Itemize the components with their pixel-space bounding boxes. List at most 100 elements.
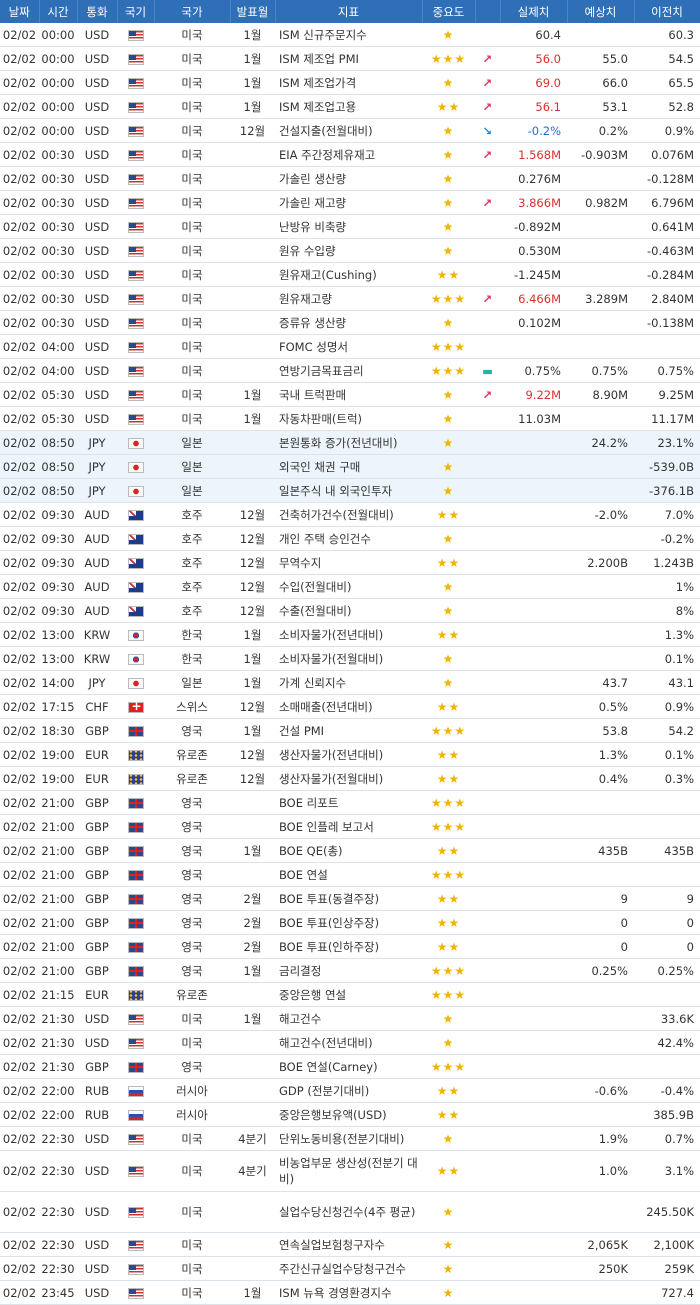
indicator-name[interactable]: BOE QE(총): [275, 838, 422, 863]
table-row[interactable]: 02/02 00:30 USD 미국 난방유 비축량 ★ -0.892M 0.641M: [0, 214, 700, 239]
table-row[interactable]: 02/0217:15CHF 스위스12월소매매출(전년대비)★★ 0.5%0.9%: [0, 694, 700, 719]
header-forecast[interactable]: 예상치: [567, 0, 635, 23]
indicator-name[interactable]: 연속실업보험청구자수: [275, 1232, 422, 1257]
table-row[interactable]: 02/02 21:00 GBP 영국 BOE 인플레 보고서 ★★★: [0, 814, 700, 839]
indicator-name[interactable]: 국내 트럭판매: [275, 382, 422, 407]
table-row[interactable]: 02/02 21:30 USD 미국 1월 해고건수 ★ 33.6K: [0, 1006, 700, 1031]
indicator-name[interactable]: 건축허가건수(전월대비): [275, 502, 422, 527]
indicator-name[interactable]: ISM 뉴욕 경영환경지수: [275, 1280, 422, 1305]
header-previous[interactable]: 이전치: [634, 0, 700, 23]
table-row[interactable]: 02/02 23:45 USD 미국 1월 ISM 뉴욕 경영환경지수 ★ 727.4: [0, 1280, 700, 1305]
indicator-name[interactable]: 생산자물가(전월대비): [275, 766, 422, 791]
table-row[interactable]: 02/02 19:00 EUR 유로존 12월 생산자물가(전월대비) ★★ 0.4% 0.3%: [0, 766, 700, 791]
indicator-name[interactable]: 해고건수(전년대비): [275, 1030, 422, 1055]
indicator-name[interactable]: 소매매출(전년대비): [275, 694, 422, 719]
table-row[interactable]: 02/02 21:00 GBP 영국 BOE 연설 ★★★: [0, 862, 700, 887]
indicator-name[interactable]: GDP (전분기대비): [275, 1078, 422, 1103]
indicator-name[interactable]: 자동차판매(트럭): [275, 406, 422, 431]
table-row[interactable]: 02/02 09:30 AUD 호주 12월 수출(전월대비) ★ 8%: [0, 598, 700, 623]
table-row[interactable]: 02/02 21:00 GBP 영국 1월 금리결정 ★★★ 0.25% 0.25%: [0, 958, 700, 983]
table-row[interactable]: 02/02 21:00 GBP 영국 2월 BOE 투표(인상주장) ★★ 0 0: [0, 910, 700, 935]
header-flag[interactable]: 국기: [117, 0, 155, 23]
indicator-name[interactable]: ISM 신규주문지수: [275, 23, 422, 47]
indicator-name[interactable]: 소비자물가(전월대비): [275, 646, 422, 671]
table-row[interactable]: 02/02 00:00 USD 미국 1월 ISM 제조업가격 ★ ↗ 69.0 66.0 65.5: [0, 70, 700, 95]
table-row[interactable]: 02/02 21:00 GBP 영국 2월 BOE 투표(동결주장) ★★ 9 9: [0, 886, 700, 911]
indicator-name[interactable]: BOE 인플레 보고서: [275, 814, 422, 839]
indicator-name[interactable]: BOE 투표(인상주장): [275, 910, 422, 935]
table-row[interactable]: 02/02 13:00 KRW 한국 1월 소비자물가(전월대비) ★ 0.1%: [0, 646, 700, 671]
header-currency[interactable]: 통화: [77, 0, 118, 23]
indicator-name[interactable]: 비농업부문 생산성(전분기 대비): [275, 1150, 422, 1192]
table-row[interactable]: 02/02 22:00 RUB 러시아 GDP (전분기대비) ★★ -0.6% -0.4%: [0, 1078, 700, 1103]
table-row[interactable]: 02/02 00:30 USD 미국 증류유 생산량 ★ 0.102M -0.138M: [0, 310, 700, 335]
indicator-name[interactable]: 소비자물가(전년대비): [275, 622, 422, 647]
header-release-month[interactable]: 발표월: [230, 0, 276, 23]
table-row[interactable]: 02/02 22:00 RUB 러시아 중앙은행보유액(USD) ★★ 385.9B: [0, 1102, 700, 1127]
indicator-name[interactable]: 본원통화 증가(전년대비): [275, 430, 422, 455]
table-row[interactable]: 02/02 00:00 USD 미국 1월 ISM 신규주문지수 ★ 60.4 60.3: [0, 23, 700, 47]
indicator-name[interactable]: 중앙은행 연설: [275, 982, 422, 1007]
indicator-name[interactable]: BOE 투표(인하주장): [275, 934, 422, 959]
table-row[interactable]: 02/02 22:30 USD 미국 주간신규실업수당청구건수 ★ 250K 259K: [0, 1256, 700, 1281]
indicator-name[interactable]: 수출(전월대비): [275, 598, 422, 623]
table-row[interactable]: 02/02 22:30 USD 미국 4분기 단위노동비용(전분기대비) ★ 1.9% 0.7%: [0, 1126, 700, 1151]
indicator-name[interactable]: BOE 연설(Carney): [275, 1054, 422, 1079]
indicator-name[interactable]: 원유재고량: [275, 286, 422, 311]
table-row[interactable]: 02/02 09:30 AUD 호주 12월 무역수지 ★★ 2.200B 1.243B: [0, 550, 700, 575]
indicator-name[interactable]: 수입(전월대비): [275, 574, 422, 599]
header-indicator[interactable]: 지표: [275, 0, 423, 23]
table-row[interactable]: 02/02 00:30 USD 미국 가솔린 생산량 ★ 0.276M -0.128M: [0, 166, 700, 191]
table-row[interactable]: 02/02 22:30 USD 미국 실업수당신청건수(4주 평균) ★ 245.50K: [0, 1191, 700, 1233]
table-row[interactable]: 02/02 21:00 GBP 영국 BOE 리포트 ★★★: [0, 790, 700, 815]
table-row[interactable]: 02/02 09:30 AUD 호주 12월 개인 주택 승인건수 ★ -0.2%: [0, 526, 700, 551]
indicator-name[interactable]: ISM 제조업 PMI: [275, 46, 422, 71]
table-row[interactable]: 02/02 08:50 JPY 일본 본원통화 증가(전년대비) ★ 24.2% 23.1%: [0, 430, 700, 455]
indicator-name[interactable]: 가계 신뢰지수: [275, 670, 422, 695]
table-row[interactable]: 02/02 00:30 USD 미국 원유재고량 ★★★ ↗ 6.466M 3.289M 2.84…: [0, 286, 700, 311]
indicator-name[interactable]: 가솔린 재고량: [275, 190, 422, 215]
table-row[interactable]: 02/02 21:30 USD 미국 해고건수(전년대비) ★ 42.4%: [0, 1030, 700, 1055]
table-row[interactable]: 02/02 08:50 JPY 일본 일본주식 내 외국인투자 ★ -376.1B: [0, 478, 700, 503]
table-row[interactable]: 02/02 00:00 USD 미국 1월 ISM 제조업 PMI ★★★ ↗ 56.0 55.0…: [0, 46, 700, 71]
indicator-name[interactable]: 주간신규실업수당청구건수: [275, 1256, 422, 1281]
indicator-name[interactable]: ISM 제조업고용: [275, 94, 422, 119]
indicator-name[interactable]: 중앙은행보유액(USD): [275, 1102, 422, 1127]
header-time[interactable]: 시간: [39, 0, 78, 23]
table-row[interactable]: 02/02 09:30 AUD 호주 12월 수입(전월대비) ★ 1%: [0, 574, 700, 599]
indicator-name[interactable]: 원유재고(Cushing): [275, 262, 422, 287]
indicator-name[interactable]: 건설지출(전월대비): [275, 118, 422, 143]
table-row[interactable]: 02/02 00:30 USD 미국 원유재고(Cushing) ★★ -1.245M -0.…: [0, 262, 700, 287]
indicator-name[interactable]: BOE 리포트: [275, 790, 422, 815]
indicator-name[interactable]: 해고건수: [275, 1006, 422, 1031]
table-row[interactable]: 02/02 00:30 USD 미국 가솔린 재고량 ★ ↗ 3.866M 0.982M 6.79…: [0, 190, 700, 215]
indicator-name[interactable]: 일본주식 내 외국인투자: [275, 478, 422, 503]
indicator-name[interactable]: 단위노동비용(전분기대비): [275, 1126, 422, 1151]
table-row[interactable]: 02/02 21:15 EUR 유로존 중앙은행 연설 ★★★: [0, 982, 700, 1007]
indicator-name[interactable]: 가솔린 생산량: [275, 166, 422, 191]
indicator-name[interactable]: 증류유 생산량: [275, 310, 422, 335]
table-row[interactable]: 02/02 00:00 USD 미국 1월 ISM 제조업고용 ★★ ↗ 56.1 53.1 52.…: [0, 94, 700, 119]
table-row[interactable]: 02/02 22:30 USD 미국 연속실업보험청구자수 ★ 2,065K 2,100K: [0, 1232, 700, 1257]
table-row[interactable]: 02/02 18:30 GBP 영국 1월 건설 PMI ★★★ 53.8 54.2: [0, 718, 700, 743]
header-country[interactable]: 국가: [154, 0, 231, 23]
header-date[interactable]: 날짜: [0, 0, 40, 23]
table-row[interactable]: 02/02 00:00 USD 미국 12월 건설지출(전월대비) ★ ↘ -0.2% 0.2% 0…: [0, 118, 700, 143]
table-row[interactable]: 02/02 00:30 USD 미국 원유 수입량 ★ 0.530M -0.463M: [0, 238, 700, 263]
indicator-name[interactable]: 개인 주택 승인건수: [275, 526, 422, 551]
indicator-name[interactable]: 실업수당신청건수(4주 평균): [275, 1191, 422, 1233]
indicator-name[interactable]: 외국인 채권 구매: [275, 454, 422, 479]
table-row[interactable]: 02/02 21:00 GBP 영국 1월 BOE QE(총) ★★ 435B 435B: [0, 838, 700, 863]
indicator-name[interactable]: ISM 제조업가격: [275, 70, 422, 95]
indicator-name[interactable]: BOE 투표(동결주장): [275, 886, 422, 911]
table-row[interactable]: 02/02 04:00 USD 미국 FOMC 성명서 ★★★: [0, 334, 700, 359]
indicator-name[interactable]: 원유 수입량: [275, 238, 422, 263]
table-row[interactable]: 02/02 00:30 USD 미국 EIA 주간정제유재고 ★ ↗ 1.568M -0.903…: [0, 142, 700, 167]
table-row[interactable]: 02/02 14:00 JPY 일본 1월 가계 신뢰지수 ★ 43.7 43.1: [0, 670, 700, 695]
indicator-name[interactable]: 연방기금목표금리: [275, 358, 422, 383]
indicator-name[interactable]: 건설 PMI: [275, 718, 422, 743]
table-row[interactable]: 02/02 13:00 KRW 한국 1월 소비자물가(전년대비) ★★ 1.3%: [0, 622, 700, 647]
table-row[interactable]: 02/02 04:00 USD 미국 연방기금목표금리 ★★★ ▬ 0.75% 0.75% 0.7…: [0, 358, 700, 383]
table-row[interactable]: 02/02 05:30 USD 미국 1월 국내 트럭판매 ★ ↗ 9.22M 8.90M 9.25…: [0, 382, 700, 407]
table-row[interactable]: 02/02 09:30 AUD 호주 12월 건축허가건수(전월대비) ★★ -2.0% 7.0…: [0, 502, 700, 527]
